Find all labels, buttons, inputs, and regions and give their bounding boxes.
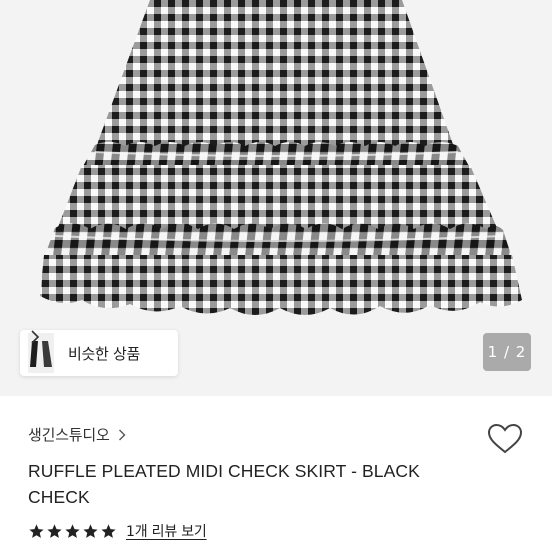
product-title: RUFFLE PLEATED MIDI CHECK SKIRT - BLACK …	[28, 461, 420, 507]
brand-name: 생긴스튜디오	[28, 426, 110, 444]
similar-products-button[interactable]: 비슷한 상품	[20, 330, 178, 376]
chevron-right-icon	[31, 330, 40, 344]
star-rating	[28, 523, 118, 540]
brand-link[interactable]: 생긴스튜디오	[28, 424, 126, 445]
pager-text: 1 / 2	[487, 343, 527, 361]
star-icon	[101, 523, 116, 538]
heart-icon[interactable]	[487, 423, 523, 455]
product-image-carousel[interactable]: 비슷한 상품 1 / 2	[0, 0, 552, 396]
star-icon	[47, 523, 62, 538]
similar-products-label: 비슷한 상품	[68, 344, 140, 363]
product-detail-page: 비슷한 상품 1 / 2 생긴스튜디오 RUFFLE PLEATED MIDI …	[0, 0, 552, 552]
star-icon	[83, 523, 98, 538]
image-pager: 1 / 2	[483, 333, 531, 371]
review-link[interactable]: 1개 리뷰 보기	[126, 521, 207, 541]
rating-row: 1개 리뷰 보기	[28, 521, 207, 541]
star-icon	[29, 523, 44, 538]
star-icon	[65, 523, 80, 538]
chevron-right-icon	[118, 429, 126, 440]
